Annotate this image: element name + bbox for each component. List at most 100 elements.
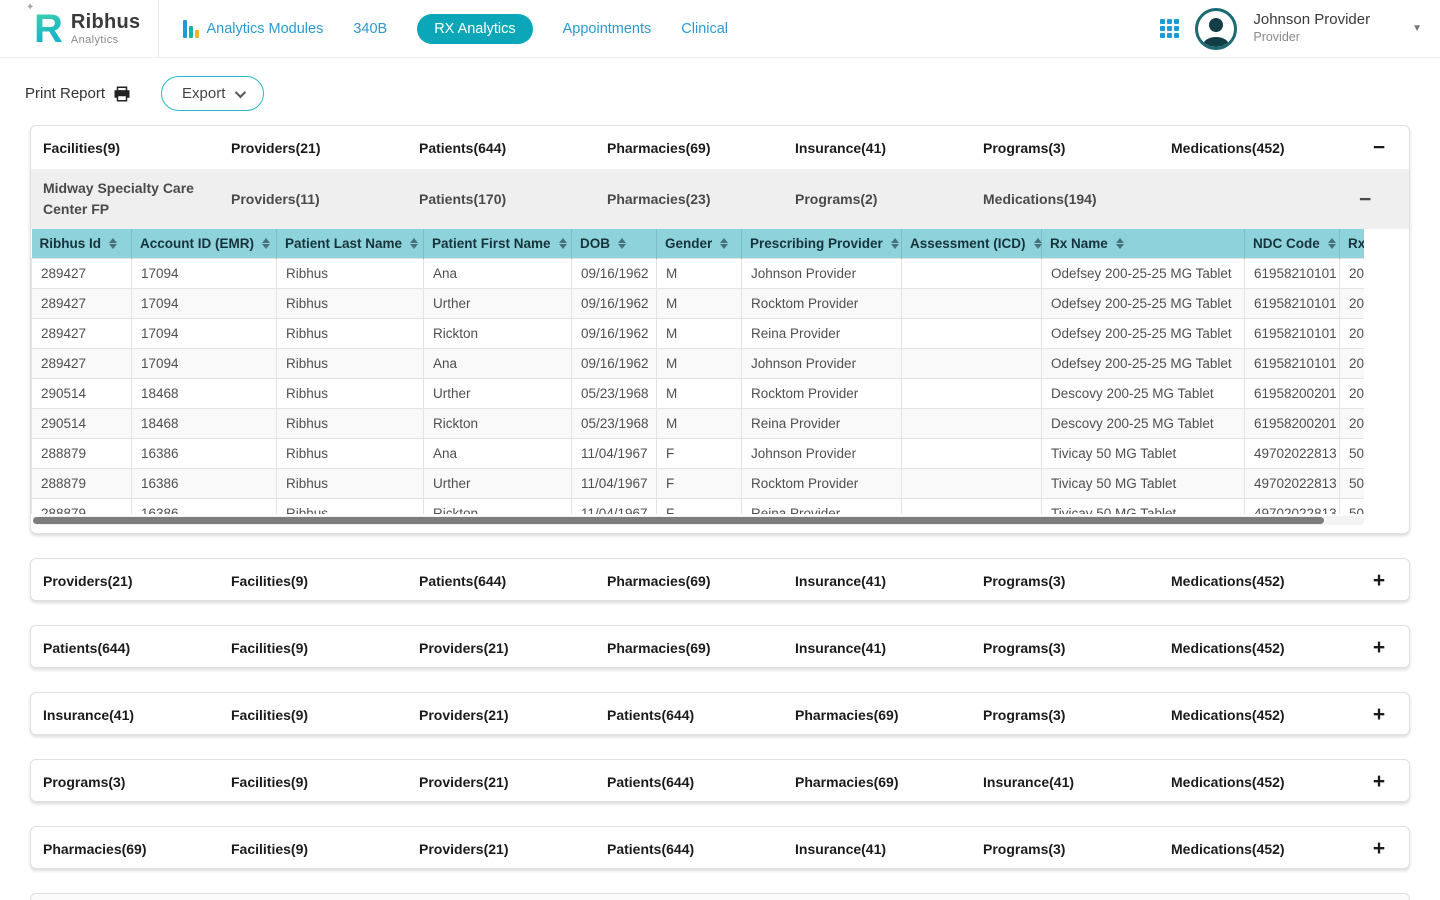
nav-item-clinical[interactable]: Clinical — [681, 21, 728, 37]
user-menu-caret-icon[interactable]: ▼ — [1412, 23, 1422, 34]
nav-item-analytics-modules[interactable]: Analytics Modules — [183, 20, 323, 38]
column-header-account-id-emr-[interactable]: Account ID (EMR) — [132, 229, 277, 259]
table-cell: F — [657, 439, 742, 469]
table-cell: Odefsey 200-25-25 MG Tablet — [1042, 289, 1245, 319]
expand-icon[interactable]: + — [1359, 637, 1399, 658]
expand-icon[interactable]: + — [1359, 838, 1399, 859]
column-header-dob[interactable]: DOB — [572, 229, 657, 259]
table-cell: 05/23/1968 — [572, 379, 657, 409]
column-header-ribhus-id[interactable]: Ribhus Id — [32, 229, 132, 259]
nav-item-label: Clinical — [681, 21, 728, 37]
nav-item-label: Appointments — [563, 21, 652, 37]
table-cell: Reina Provider — [742, 499, 902, 515]
collapse-icon[interactable]: − — [1359, 137, 1399, 158]
sort-icon[interactable] — [891, 238, 899, 249]
table-cell — [902, 379, 1042, 409]
expand-icon[interactable]: + — [1359, 771, 1399, 792]
nav-item-340b[interactable]: 340B — [353, 21, 387, 37]
nav-item-rx-analytics[interactable]: RX Analytics — [417, 14, 532, 44]
table-cell: 61958200201 — [1245, 409, 1340, 439]
table-cell: Ribhus — [277, 469, 424, 499]
brand-name: Ribhus — [71, 11, 141, 34]
sort-icon[interactable] — [1328, 238, 1336, 249]
print-report-button[interactable]: Print Report — [25, 85, 131, 103]
table-cell: M — [657, 259, 742, 289]
user-menu[interactable]: Johnson Provider Provider — [1253, 11, 1370, 45]
column-header-patient-last-name[interactable]: Patient Last Name — [277, 229, 424, 259]
facility-count-label: Providers(11) — [231, 191, 419, 207]
column-header-ndc-code[interactable]: NDC Code — [1245, 229, 1340, 259]
sort-icon[interactable] — [1034, 238, 1042, 249]
apps-grid-icon[interactable] — [1160, 19, 1179, 38]
table-cell — [902, 469, 1042, 499]
facilities-panel-header[interactable]: Facilities(9)Providers(21)Patients(644)P… — [31, 126, 1409, 169]
table-row: 28942717094RibhusUrther09/16/1962MRockto… — [32, 289, 1365, 319]
collapsed-panel-header[interactable]: Pharmacies(69)Facilities(9)Providers(21)… — [31, 827, 1409, 869]
table-cell — [902, 289, 1042, 319]
table-row: 28942717094RibhusRickton09/16/1962MReina… — [32, 319, 1365, 349]
table-cell: 290514 — [32, 409, 132, 439]
column-header-gender[interactable]: Gender — [657, 229, 742, 259]
patients-table-zone: Ribhus IdAccount ID (EMR) Patient Last Na… — [31, 229, 1409, 525]
export-button[interactable]: Export — [161, 76, 264, 111]
collapsed-panel-programs3: Programs(3)Facilities(9)Providers(21)Pat… — [30, 759, 1410, 802]
user-avatar[interactable] — [1195, 8, 1237, 50]
table-cell: 09/16/1962 — [572, 259, 657, 289]
table-cell: 17094 — [132, 349, 277, 379]
patients-table-viewport: Ribhus IdAccount ID (EMR) Patient Last Na… — [31, 229, 1364, 514]
table-cell: Urther — [424, 289, 572, 319]
table-cell: 11/04/1967 — [572, 439, 657, 469]
sort-icon[interactable] — [1116, 238, 1124, 249]
column-header-assessment-icd-[interactable]: Assessment (ICD) — [902, 229, 1042, 259]
table-cell: 05/23/1968 — [572, 409, 657, 439]
summary-count-label: Programs(3) — [983, 573, 1171, 589]
summary-count-label: Providers(21) — [419, 841, 607, 857]
summary-count-label: Insurance(41) — [983, 774, 1171, 790]
collapsed-panel-header[interactable]: Programs(3)Facilities(9)Providers(21)Pat… — [31, 760, 1409, 802]
sort-icon[interactable] — [262, 238, 270, 249]
expand-icon[interactable]: + — [1359, 570, 1399, 591]
column-header-patient-first-name[interactable]: Patient First Name — [424, 229, 572, 259]
table-cell: 16386 — [132, 499, 277, 515]
sort-icon[interactable] — [618, 238, 626, 249]
expand-icon[interactable]: + — [1359, 704, 1399, 725]
summary-count-label: Facilities(9) — [231, 841, 419, 857]
sort-icon[interactable] — [559, 238, 567, 249]
table-cell: F — [657, 469, 742, 499]
print-report-label: Print Report — [25, 85, 105, 102]
column-header-prescribing-provider[interactable]: Prescribing Provider — [742, 229, 902, 259]
sort-icon[interactable] — [109, 238, 117, 249]
summary-count-label: Pharmacies(69) — [607, 140, 795, 156]
scrollbar-thumb[interactable] — [33, 517, 1324, 524]
table-cell: 61958200201 — [1245, 379, 1340, 409]
table-cell: 61958210101 — [1245, 259, 1340, 289]
sort-icon[interactable] — [410, 238, 418, 249]
next-panel-partial[interactable] — [30, 893, 1410, 900]
collapsed-panel-header[interactable]: Patients(644)Facilities(9)Providers(21)P… — [31, 626, 1409, 668]
facility-count-label: Programs(2) — [795, 191, 983, 207]
table-cell: 290514 — [32, 379, 132, 409]
summary-count-label: Patients(644) — [419, 140, 607, 156]
facility-subheader[interactable]: Midway Specialty Care Center FPProviders… — [31, 169, 1409, 229]
sort-icon[interactable] — [720, 238, 728, 249]
horizontal-scrollbar[interactable] — [33, 516, 1364, 525]
column-header-rx[interactable]: Rx — [1340, 229, 1365, 259]
table-cell: 61958210101 — [1245, 349, 1340, 379]
table-row: 29051418468RibhusUrther05/23/1968MRockto… — [32, 379, 1365, 409]
summary-count-label: Providers(21) — [419, 774, 607, 790]
user-role: Provider — [1253, 30, 1370, 46]
summary-count-label: Patients(644) — [607, 774, 795, 790]
table-cell: 17094 — [132, 289, 277, 319]
column-header-rx-name[interactable]: Rx Name — [1042, 229, 1245, 259]
nav-item-appointments[interactable]: Appointments — [563, 21, 652, 37]
column-header-label: Patient Last Name — [285, 236, 402, 251]
collapsed-panel-header[interactable]: Providers(21)Facilities(9)Patients(644)P… — [31, 559, 1409, 601]
brand-logo[interactable]: R Ribhus Analytics — [0, 0, 158, 57]
table-cell — [902, 439, 1042, 469]
table-cell: Ribhus — [277, 319, 424, 349]
table-cell: 17094 — [132, 259, 277, 289]
ribhus-logo-icon: R — [30, 9, 63, 49]
collapsed-panel-header[interactable]: Insurance(41)Facilities(9)Providers(21)P… — [31, 693, 1409, 735]
summary-count-label: Programs(3) — [983, 841, 1171, 857]
table-cell: Johnson Provider — [742, 349, 902, 379]
